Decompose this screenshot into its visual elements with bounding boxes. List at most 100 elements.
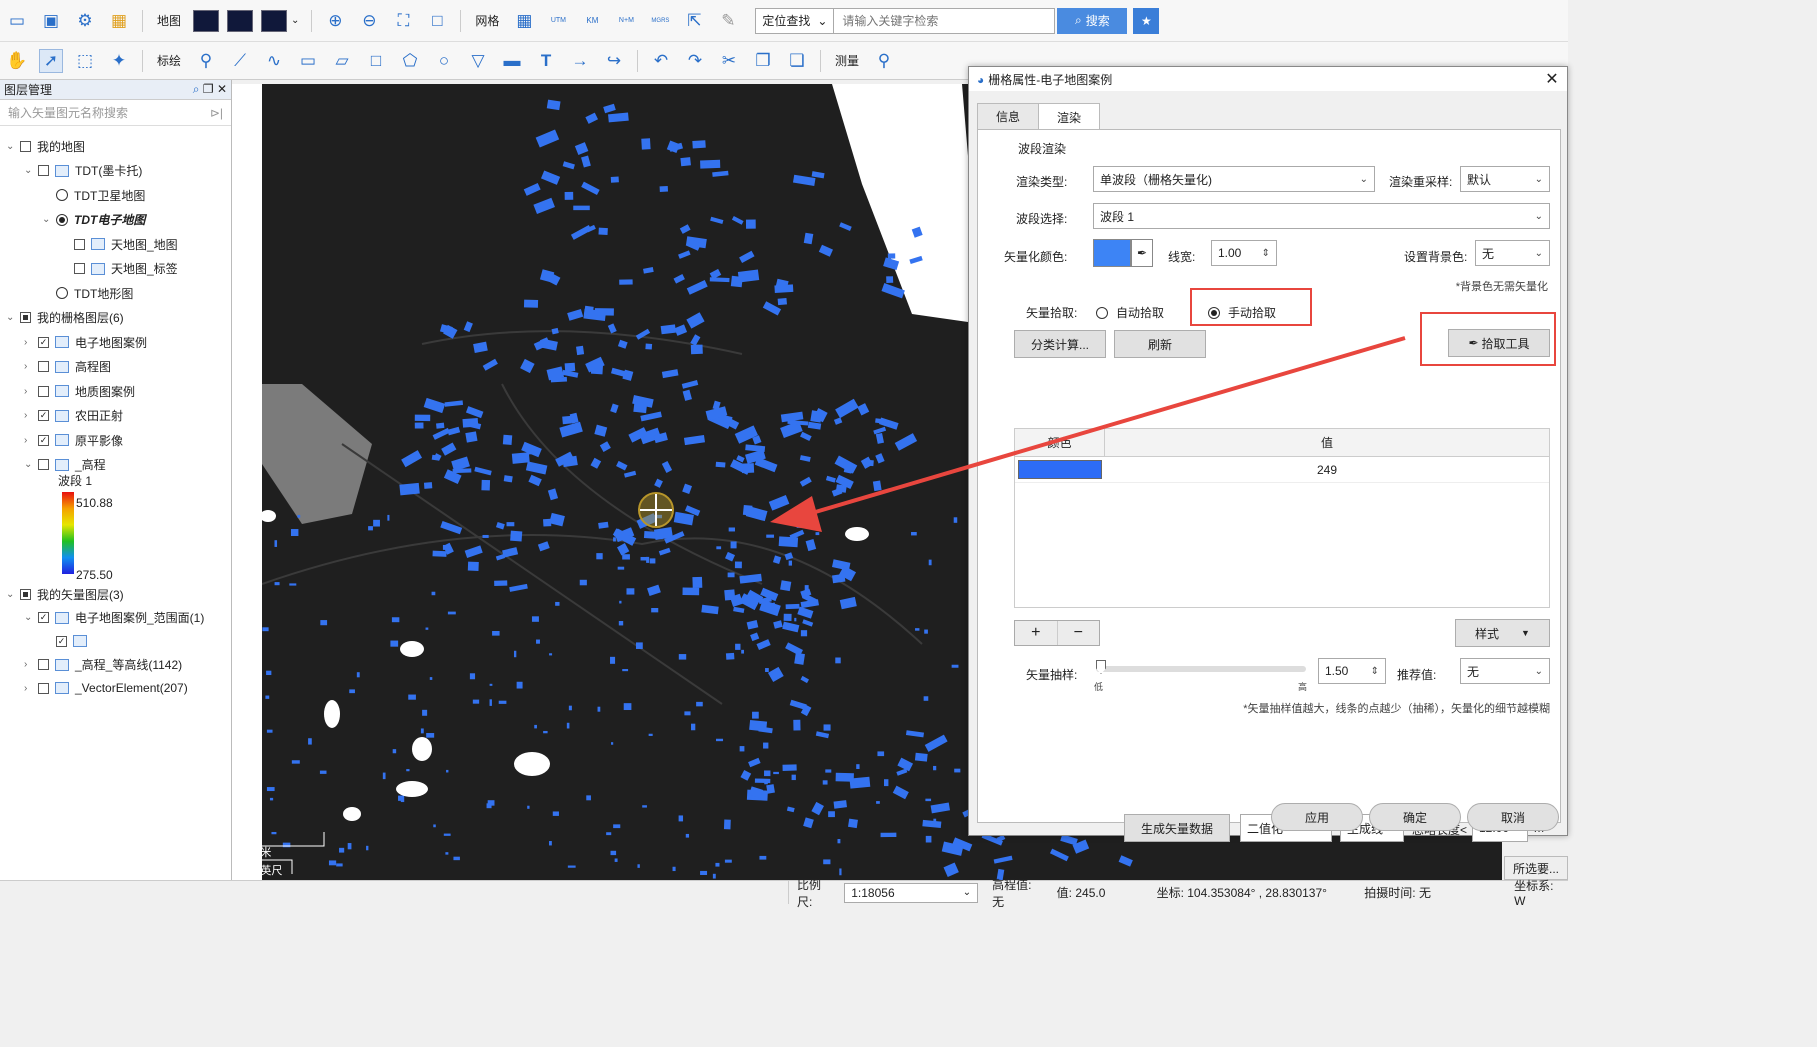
tab-render[interactable]: 渲染: [1038, 103, 1100, 130]
chevron-down-icon[interactable]: ⌄: [6, 589, 20, 600]
layer-tree-item[interactable]: ⌄ TDT电子地图: [42, 209, 145, 231]
layer-tree-item[interactable]: › _高程_等高线(1142): [24, 654, 182, 676]
close-icon[interactable]: ✕: [217, 82, 227, 96]
zoom-extent-icon[interactable]: ⛶: [391, 9, 415, 33]
spinner-arrows-icon[interactable]: ⇕: [1371, 666, 1379, 677]
layer-checkbox[interactable]: [74, 263, 85, 274]
layer-radio[interactable]: [56, 213, 68, 226]
marker-icon[interactable]: ⚲: [194, 49, 218, 73]
basemap-thumb-2[interactable]: [227, 9, 254, 32]
chevron-down-icon[interactable]: ⌄: [6, 141, 20, 152]
layer-checkbox[interactable]: [74, 238, 85, 250]
arrow-right-icon[interactable]: →: [568, 49, 592, 73]
pentagon-icon[interactable]: ⬠: [398, 49, 422, 73]
pan-hand-icon[interactable]: ✋: [5, 49, 29, 73]
cut-icon[interactable]: ✂: [717, 49, 741, 73]
rectangle-icon[interactable]: ▭: [296, 49, 320, 73]
sample-spinner[interactable]: 1.50 ⇕: [1318, 658, 1386, 684]
refresh-button[interactable]: 刷新: [1114, 330, 1206, 358]
layer-tree-item[interactable]: ⌄ 我的栅格图层(6): [6, 307, 124, 329]
select-box-icon[interactable]: ⬚: [73, 49, 97, 73]
chevron-down-icon[interactable]: ⌄: [42, 214, 56, 225]
ruler-icon[interactable]: ▬: [500, 49, 524, 73]
chevron-down-icon[interactable]: ⌄: [24, 612, 38, 623]
layer-checkbox[interactable]: [38, 682, 49, 694]
remove-button[interactable]: −: [1058, 621, 1100, 645]
cancel-button[interactable]: 取消: [1467, 803, 1559, 831]
image-icon[interactable]: ▦: [107, 9, 131, 33]
zoom-out-icon[interactable]: ⊖: [357, 9, 381, 33]
layer-checkbox[interactable]: [38, 361, 49, 372]
radio-auto[interactable]: [1096, 306, 1108, 319]
layer-tree-item[interactable]: › 高程图: [24, 356, 111, 378]
table-row[interactable]: 249: [1015, 457, 1549, 483]
layer-checkbox[interactable]: ✓: [38, 336, 49, 348]
classify-button[interactable]: 分类计算...: [1014, 330, 1106, 358]
layer-search[interactable]: 输入矢量图元名称搜索 ⊳|: [0, 100, 231, 126]
auto-pick-radio[interactable]: 自动拾取: [1096, 304, 1164, 321]
search-button[interactable]: ⌕ 搜索: [1057, 7, 1128, 34]
layer-tree-item[interactable]: › ✓ 农田正射: [24, 405, 123, 427]
render-type-select[interactable]: 单波段（栅格矢量化) ⌄: [1093, 166, 1375, 192]
chevron-right-icon[interactable]: ›: [24, 386, 38, 397]
sample-slider[interactable]: [1096, 666, 1306, 672]
layer-checkbox[interactable]: [38, 165, 49, 176]
layer-checkbox[interactable]: ✓: [38, 434, 49, 446]
layer-tree-item[interactable]: ✓: [42, 630, 93, 652]
basemap-thumb-1[interactable]: [193, 9, 220, 32]
locate-dropdown[interactable]: 定位查找 ⌄: [756, 8, 835, 33]
polyline-icon[interactable]: ⟋: [228, 49, 252, 73]
layer-checkbox[interactable]: ✓: [38, 612, 49, 623]
style-button[interactable]: 样式 ▼: [1455, 619, 1550, 647]
identify-icon[interactable]: ✦: [107, 49, 131, 73]
recommend-select[interactable]: 无 ⌄: [1460, 658, 1550, 684]
export-icon[interactable]: ⇱: [682, 9, 706, 33]
eyedropper-icon[interactable]: ✒: [1131, 239, 1153, 267]
band-select[interactable]: 波段 1 ⌄: [1093, 203, 1550, 229]
layer-tree-item[interactable]: TDT卫星地图: [42, 184, 145, 206]
restore-icon[interactable]: ❐: [203, 82, 214, 96]
km-icon[interactable]: KM: [580, 9, 604, 33]
vec-color-swatch[interactable]: [1093, 239, 1131, 267]
layer-checkbox[interactable]: [20, 588, 31, 600]
search-input[interactable]: [834, 8, 1055, 33]
scale-select[interactable]: 1:18056 ⌄: [844, 882, 979, 903]
utm-icon[interactable]: UTM: [546, 9, 570, 33]
chevron-down-icon[interactable]: ⌄: [291, 15, 299, 26]
layer-checkbox[interactable]: ✓: [38, 410, 49, 421]
chevron-down-icon[interactable]: ⌄: [6, 312, 20, 323]
star-icon[interactable]: ★: [1133, 7, 1160, 34]
spinner-arrows-icon[interactable]: ⇕: [1262, 248, 1270, 259]
basemap-thumb-3[interactable]: [261, 9, 288, 32]
circle-icon[interactable]: ○: [432, 49, 456, 73]
full-extent-icon[interactable]: □: [425, 9, 449, 33]
chevron-down-icon[interactable]: ⌄: [24, 165, 38, 176]
layer-checkbox[interactable]: [20, 140, 31, 152]
layer-tree-item[interactable]: › _VectorElement(207): [24, 677, 188, 699]
tab-info[interactable]: 信息: [977, 103, 1039, 129]
layer-tree-item[interactable]: ⌄ ✓ 电子地图案例_范围面(1): [24, 607, 204, 629]
layer-radio[interactable]: [56, 287, 68, 299]
nm-icon[interactable]: N+M: [614, 9, 638, 33]
zoom-in-icon[interactable]: ⊕: [323, 9, 347, 33]
chevron-down-icon[interactable]: ⌄: [24, 459, 38, 470]
generate-vector-button[interactable]: 生成矢量数据: [1124, 814, 1230, 842]
collapse-icon[interactable]: ⊳|: [210, 106, 223, 120]
hook-icon[interactable]: ↪: [602, 49, 626, 73]
folder-open-icon[interactable]: ▭: [5, 9, 29, 33]
paste-icon[interactable]: ❏: [785, 49, 809, 73]
layer-checkbox[interactable]: ✓: [56, 635, 67, 647]
curve-icon[interactable]: ∿: [262, 49, 286, 73]
layer-tree-item[interactable]: › ✓ 电子地图案例: [24, 331, 147, 353]
add-button[interactable]: +: [1015, 621, 1058, 645]
line-width-spinner[interactable]: 1.00 ⇕: [1211, 240, 1277, 266]
layer-tree-item[interactable]: ⌄ 我的矢量图层(3): [6, 583, 124, 605]
chevron-right-icon[interactable]: ›: [24, 659, 38, 670]
redo-icon[interactable]: ↷: [683, 49, 707, 73]
layer-tree-item[interactable]: › ✓ 原平影像: [24, 429, 123, 451]
resample-select[interactable]: 默认 ⌄: [1460, 166, 1550, 192]
copy-icon[interactable]: ❐: [751, 49, 775, 73]
text-tool-icon[interactable]: T: [534, 49, 558, 73]
apply-button[interactable]: 应用: [1271, 803, 1363, 831]
layer-radio[interactable]: [56, 189, 68, 201]
